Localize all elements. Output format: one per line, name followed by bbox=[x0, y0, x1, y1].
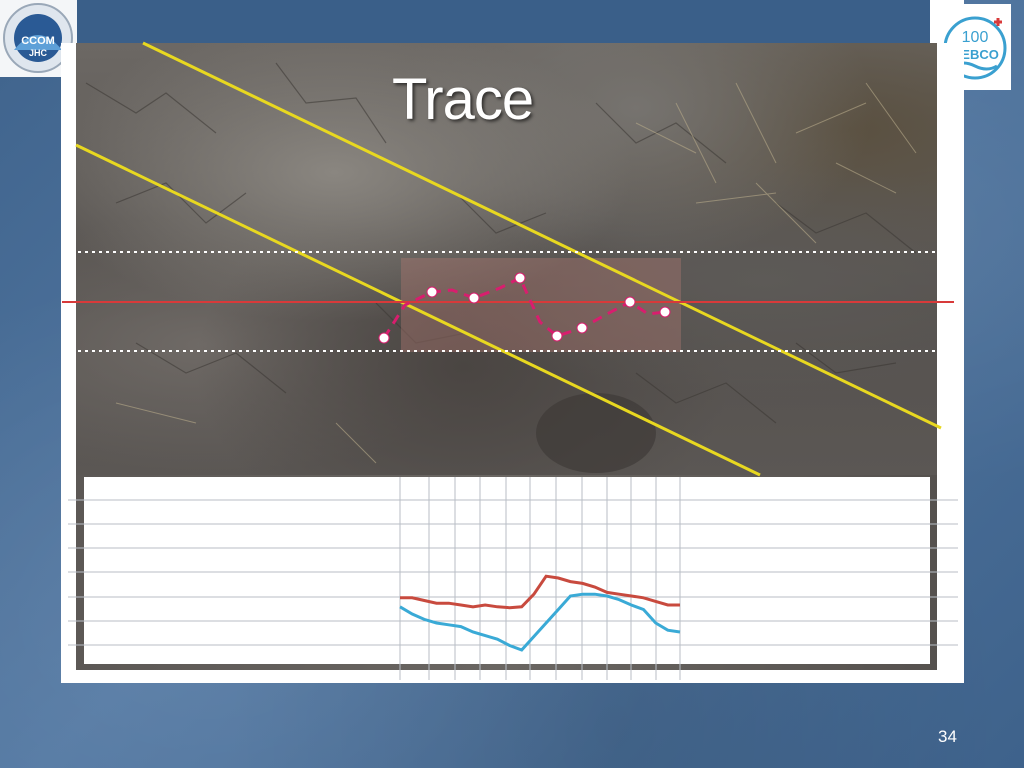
trace-point bbox=[624, 296, 636, 308]
chart-grid bbox=[68, 477, 958, 680]
trace-point bbox=[576, 322, 588, 334]
trace-point bbox=[426, 286, 438, 298]
trace-point bbox=[468, 292, 480, 304]
trace-point bbox=[378, 332, 390, 344]
guide-line-lower bbox=[75, 143, 761, 477]
chart-series-group bbox=[399, 574, 681, 652]
slide-title: Trace bbox=[392, 67, 534, 132]
trace-point bbox=[514, 272, 526, 284]
trace-point bbox=[551, 330, 563, 342]
chart-series-line-1 bbox=[400, 574, 680, 610]
trace-point bbox=[659, 306, 671, 318]
trace-path bbox=[382, 275, 666, 339]
page-number: 34 bbox=[938, 727, 957, 746]
